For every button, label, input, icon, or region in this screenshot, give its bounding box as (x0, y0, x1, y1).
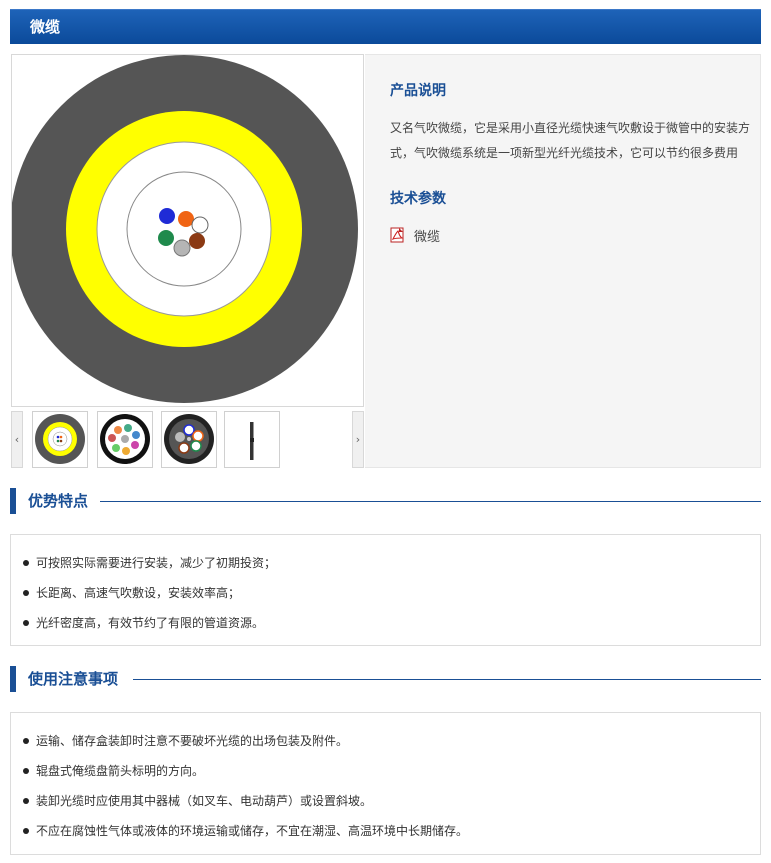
product-description-text: 又名气吹微缆，它是采用小直径光缆快速气吹敷设于微管中的安装方式，气吹微缆系统是一… (390, 121, 751, 160)
fiber-blue (159, 208, 175, 224)
fiber-green (158, 230, 174, 246)
thumbnail-1-image (35, 414, 85, 464)
cable-core-tube (126, 171, 242, 287)
list-item: 光纤密度高，有效节约了有限的管道资源。 (11, 609, 760, 639)
next-arrow-icon[interactable]: › (352, 411, 364, 468)
product-info-panel: 产品说明 又名气吹微缆，它是采用小直径光缆快速气吹敷设于微管中的安装方式，气吹微… (365, 54, 761, 468)
tech-params-heading: 技术参数 (390, 191, 446, 207)
list-item: 可按照实际需要进行安装，减少了初期投资； (11, 549, 760, 579)
main-product-image (11, 54, 364, 407)
prev-arrow-icon[interactable]: ‹ (11, 411, 23, 468)
thumbnail-2[interactable] (97, 411, 153, 468)
section-divider (133, 679, 761, 680)
list-item: 长距离、高速气吹敷设，安装效率高； (11, 579, 760, 609)
thumbnail-3[interactable] (161, 411, 217, 468)
list-item: 装卸光缆时应使用其中器械（如叉车、电动葫芦）或设置斜坡。 (11, 787, 760, 817)
thumbnail-1[interactable] (32, 411, 88, 468)
advantages-list-box: 可按照实际需要进行安装，减少了初期投资； 长距离、高速气吹敷设，安装效率高； 光… (10, 534, 761, 646)
list-item: 运输、储存盒装卸时注意不要破坏光缆的出场包装及附件。 (11, 727, 760, 757)
thumbnail-2-image (100, 414, 150, 464)
fiber-gray (173, 239, 191, 257)
thumbnail-4-image (225, 412, 279, 467)
thumbnail-strip: ‹ › (11, 411, 364, 468)
fiber-white (191, 216, 209, 234)
pdf-icon (390, 227, 406, 247)
list-item: 辊盘式俺缆盘箭头标明的方向。 (11, 757, 760, 787)
advantages-title: 优势特点 (28, 492, 89, 510)
page-header: 微缆 (10, 9, 761, 44)
cable-cross-section (12, 55, 358, 403)
pdf-link-label[interactable]: 微缆 (414, 226, 440, 245)
thumbnail-3-image (164, 414, 214, 464)
page-title: 微缆 (30, 18, 61, 36)
section-accent-bar (10, 666, 16, 692)
advantages-list: 可按照实际需要进行安装，减少了初期投资； 长距离、高速气吹敷设，安装效率高； 光… (11, 535, 760, 639)
notes-section-title: 使用注意事项 (10, 666, 761, 692)
list-item: 不应在腐蚀性气体或液体的环境运输或储存，不宜在潮湿、高温环境中长期储存。 (11, 817, 760, 847)
notes-list-box: 运输、储存盒装卸时注意不要破坏光缆的出场包装及附件。 辊盘式俺缆盘箭头标明的方向… (10, 712, 761, 855)
product-description-heading: 产品说明 (390, 83, 446, 99)
section-divider (100, 501, 761, 502)
section-accent-bar (10, 488, 16, 514)
thumbnail-4[interactable] (224, 411, 280, 468)
notes-title: 使用注意事项 (28, 670, 119, 688)
advantages-section-title: 优势特点 (10, 488, 761, 514)
fiber-brown (189, 233, 205, 249)
notes-list: 运输、储存盒装卸时注意不要破坏光缆的出场包装及附件。 辊盘式俺缆盘箭头标明的方向… (11, 713, 760, 847)
product-gallery: ‹ › (11, 54, 364, 468)
